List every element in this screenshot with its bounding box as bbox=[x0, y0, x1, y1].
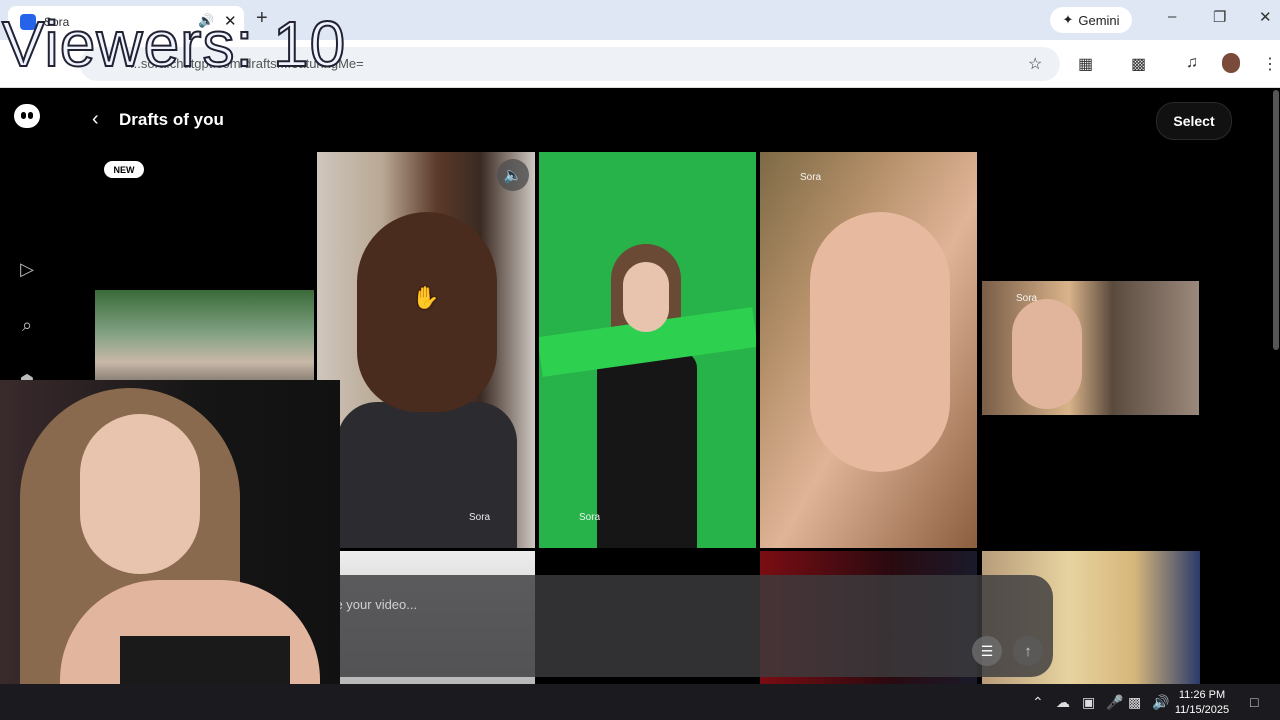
webcam-overlay bbox=[0, 380, 340, 720]
browser-menu-icon[interactable]: ⋮ bbox=[1262, 54, 1278, 74]
draft-video-tile[interactable]: Sora bbox=[539, 152, 756, 548]
sora-watermark: Sora bbox=[469, 512, 491, 523]
send-arrow-icon[interactable]: ↑ bbox=[1013, 636, 1043, 666]
tile-figure bbox=[597, 352, 697, 548]
clock-time: 11:26 PM bbox=[1178, 689, 1226, 701]
webcam-figure bbox=[80, 414, 200, 574]
gemini-sparkle-icon: ✦ bbox=[1062, 12, 1074, 27]
settings-sliders-icon[interactable]: ☰ bbox=[972, 636, 1002, 666]
restore-button[interactable]: ❐ bbox=[1213, 8, 1226, 26]
draft-video-tile[interactable]: Sora bbox=[760, 152, 977, 548]
microphone-icon[interactable]: 🎤 bbox=[1106, 694, 1123, 711]
prompt-composer[interactable] bbox=[290, 575, 1053, 677]
bookmark-star-icon[interactable]: ☆ bbox=[1028, 54, 1042, 74]
play-circle-icon: ▷ bbox=[20, 259, 34, 279]
sora-logo-icon[interactable] bbox=[14, 104, 40, 128]
hand-cursor-icon: ✋ bbox=[412, 285, 440, 310]
volume-icon[interactable]: 🔊 bbox=[1152, 694, 1169, 711]
sora-watermark: Sora bbox=[1016, 293, 1038, 304]
extensions-icon[interactable]: ▦ bbox=[1078, 54, 1093, 74]
tab-search-icon[interactable]: ▩ bbox=[1131, 54, 1146, 74]
notifications-icon[interactable]: □ bbox=[1250, 694, 1258, 710]
back-button[interactable]: ‹ bbox=[92, 108, 99, 131]
tile-figure bbox=[810, 212, 950, 472]
minimize-button[interactable]: – bbox=[1168, 8, 1176, 25]
scrollbar[interactable] bbox=[1273, 90, 1279, 350]
viewers-count-overlay: Viewers: 10 bbox=[1, 8, 347, 80]
show-hidden-icons-icon[interactable]: ⌃ bbox=[1032, 694, 1044, 711]
new-badge: NEW bbox=[104, 161, 144, 178]
draft-video-tile[interactable]: Sora bbox=[982, 281, 1199, 415]
tile-figure bbox=[357, 212, 497, 412]
page-title: Drafts of you bbox=[119, 110, 224, 129]
gemini-label: Gemini bbox=[1078, 12, 1120, 28]
sora-watermark: Sora bbox=[579, 512, 601, 523]
onedrive-cloud-icon[interactable]: ☁ bbox=[1056, 694, 1070, 711]
network-icon[interactable]: ▩ bbox=[1128, 694, 1141, 711]
sidebar-item-search[interactable]: ⌕ bbox=[16, 315, 38, 337]
meet-now-icon[interactable]: ▣ bbox=[1082, 694, 1095, 711]
tile-figure bbox=[1012, 299, 1082, 409]
tile-figure bbox=[623, 262, 669, 332]
search-icon: ⌕ bbox=[21, 315, 33, 335]
audio-toggle-icon[interactable]: 🔈 bbox=[497, 159, 529, 191]
gemini-button[interactable]: ✦ Gemini bbox=[1050, 7, 1132, 33]
media-control-icon[interactable]: ♫ bbox=[1186, 54, 1198, 72]
clock-date: 11/15/2025 bbox=[1174, 704, 1230, 716]
draft-video-tile[interactable]: Sora bbox=[317, 152, 535, 548]
taskbar-clock[interactable]: 11:26 PM 11/15/2025 bbox=[1170, 688, 1234, 718]
profile-avatar[interactable] bbox=[1222, 53, 1240, 73]
sidebar-item-explore[interactable]: ▷ bbox=[16, 259, 38, 281]
tile-figure bbox=[337, 402, 517, 548]
select-button[interactable]: Select bbox=[1156, 102, 1232, 140]
sora-watermark: Sora bbox=[800, 172, 822, 183]
close-window-button[interactable]: ✕ bbox=[1259, 8, 1272, 26]
